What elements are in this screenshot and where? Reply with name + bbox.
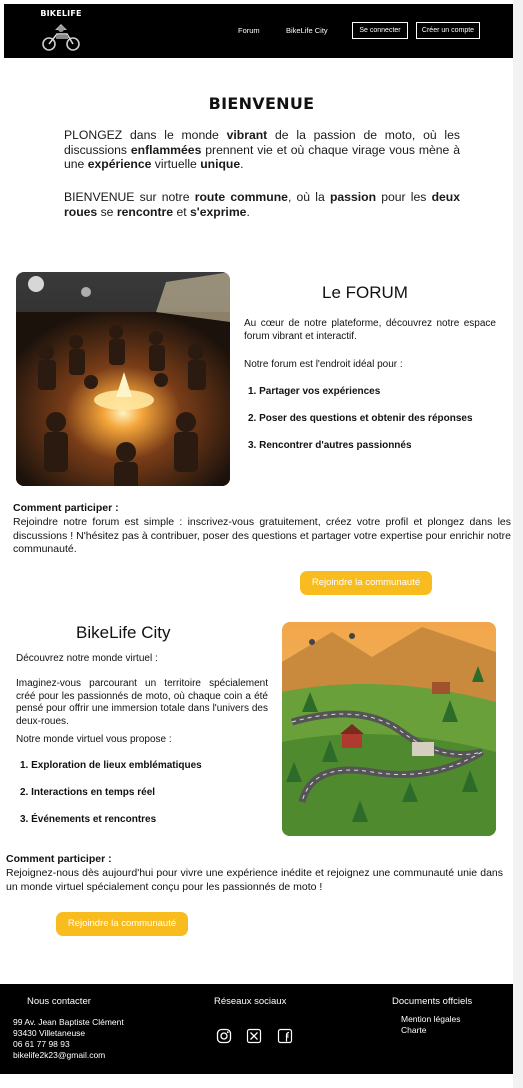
paragraph-text: et (173, 204, 191, 219)
nav-bikelife-city-link[interactable]: BikeLife City (286, 26, 328, 35)
paragraph-text: BIENVENUE sur notre (64, 190, 195, 204)
welcome-paragraph-1: PLONGEZ dans le monde vibrant de la pass… (64, 128, 460, 172)
paragraph-text: , où la (287, 190, 330, 204)
city-lead2-text: Notre monde virtuel vous propose : (16, 734, 172, 745)
city-section-title: BikeLife City (76, 623, 171, 642)
list-item: 2. Interactions en temps réel (20, 787, 156, 798)
login-button[interactable]: Se connecter (352, 22, 408, 39)
emphasis-text: rencontre (116, 204, 174, 219)
instagram-icon[interactable] (216, 1028, 232, 1044)
page-edge (513, 0, 523, 1088)
paragraph-text: virtuelle (151, 157, 201, 171)
welcome-paragraph-2: BIENVENUE sur notre route commune, où la… (64, 190, 460, 219)
city-lead-text: Découvrez notre monde virtuel : (16, 653, 158, 664)
list-item: 3. Rencontrer d'autres passionnés (248, 440, 412, 451)
page-title: BIENVENUE (208, 94, 315, 113)
list-item: 1. Exploration de lieux emblématiques (20, 760, 202, 771)
paragraph-text: . (246, 204, 250, 219)
motorcycle-logo-icon (42, 24, 80, 51)
list-item: 1. Partager vos expériences (248, 386, 381, 397)
bikelife-logo[interactable]: BIKELIFE (38, 8, 84, 54)
join-city-button[interactable]: Rejoindre la communauté (56, 912, 188, 936)
forum-intro-text: Au cœur de notre plateforme, découvrez n… (244, 318, 496, 342)
join-forum-button[interactable]: Rejoindre la communauté (300, 571, 432, 595)
emphasis-text: vibrant (226, 128, 268, 142)
footer-social-title: Réseaux sociaux (214, 996, 287, 1007)
footer-email-link[interactable]: bikelife2k23@gmail.com (13, 1050, 105, 1061)
emphasis-text: passion (329, 190, 377, 204)
bikelife-city-image (282, 622, 496, 836)
emphasis-text: s'exprime (190, 204, 247, 219)
footer-contact-title: Nous contacter (27, 996, 91, 1007)
paragraph-text: . (240, 157, 244, 171)
emphasis-text: route commune (194, 190, 288, 204)
emphasis-text: enflammées (130, 142, 202, 157)
list-item: 2. Poser des questions et obtenir des ré… (248, 413, 473, 424)
footer-docs-title: Documents offciels (392, 996, 473, 1007)
footer-address-line: 99 Av. Jean Baptiste Clément (13, 1017, 124, 1027)
signup-button[interactable]: Créer un compte (416, 22, 480, 39)
paragraph-text: pour les (376, 190, 432, 204)
footer-phone-line: 06 61 77 98 93 (13, 1039, 70, 1049)
city-how-to-text: Rejoignez-nous dès aujourd'hui pour vivr… (6, 867, 503, 893)
footer-city-line: 93430 Villetaneuse (13, 1028, 86, 1038)
paragraph-text: PLONGEZ dans le monde (64, 128, 227, 142)
list-item: 3. Événements et rencontres (20, 814, 157, 825)
city-how-to-title: Comment participer : (6, 853, 112, 865)
logo-text: BIKELIFE (40, 9, 82, 18)
emphasis-text: unique (200, 157, 241, 171)
forum-campfire-image (16, 272, 230, 486)
footer: Nous contacter 99 Av. Jean Baptiste Clém… (0, 984, 513, 1074)
forum-how-to-title: Comment participer : (13, 502, 119, 514)
facebook-icon[interactable] (277, 1028, 293, 1044)
x-icon[interactable] (246, 1028, 262, 1044)
paragraph-text: se (97, 204, 117, 219)
forum-section-title: Le FORUM (322, 283, 408, 302)
forum-how-to-text: Rejoindre notre forum est simple : inscr… (13, 516, 511, 555)
footer-charter-link[interactable]: Charte (401, 1025, 427, 1036)
top-navbar: BIKELIFE Forum BikeLife City Se connecte… (4, 4, 513, 58)
nav-forum-link[interactable]: Forum (238, 26, 260, 35)
emphasis-text: expérience (87, 157, 152, 171)
forum-lead-text: Notre forum est l'endroit idéal pour : (244, 359, 403, 370)
footer-legal-link[interactable]: Mention légales (401, 1014, 461, 1025)
city-intro-text: Imaginez-vous parcourant un territoire s… (16, 678, 268, 727)
